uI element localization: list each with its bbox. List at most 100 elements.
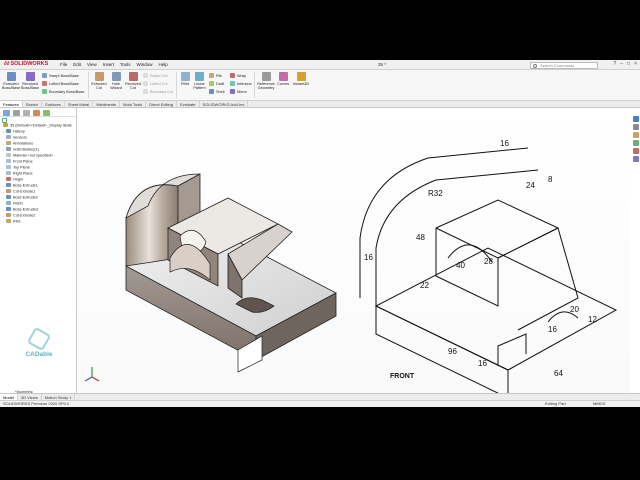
tree-item-material[interactable]: Material <not specified> — [3, 153, 53, 159]
plane-icon — [6, 159, 11, 163]
boundary-cut-button[interactable]: Boundary Cut — [143, 89, 173, 94]
command-manager-tabs: Features Sketch Surfaces Sheet Metal Wel… — [0, 101, 640, 108]
dimxpert-tab-icon[interactable] — [33, 110, 40, 116]
tree-item-right-plane[interactable]: Right Plane — [3, 171, 33, 177]
dim-r32: R32 — [428, 189, 443, 198]
boundary-boss-button[interactable]: Boundary Boss/Base — [42, 89, 84, 94]
menu-tools[interactable]: Tools — [120, 62, 131, 67]
lofted-cut-button[interactable]: Lofted Cut — [143, 81, 168, 86]
tab-sketch[interactable]: Sketch — [23, 101, 43, 107]
tree-item-origin[interactable]: Origin — [3, 177, 23, 183]
graphics-area[interactable]: 16 R32 24 8 48 28 40 22 16 20 12 16 96 1… — [78, 108, 630, 393]
shell-label: Shell — [216, 90, 225, 94]
dim-16-slot: 16 — [548, 325, 557, 334]
custom-properties-icon[interactable] — [632, 156, 639, 162]
tree-item-label: Rib1 — [13, 219, 21, 224]
tab-addins[interactable]: SOLIDWORKS Add-Ins — [200, 101, 249, 107]
view-palette-icon[interactable] — [632, 140, 639, 146]
hole-wizard-label: Hole Wizard — [110, 82, 122, 91]
tab-features[interactable]: Features — [0, 101, 23, 107]
instant3d-button[interactable]: Instant3D — [291, 72, 311, 86]
tree-item-boss-extrude2[interactable]: › Boss-Extrude2 — [3, 195, 38, 201]
command-manager: Extruded Boss/Base Revolved Boss/Base Sw… — [0, 70, 640, 101]
appearances-icon[interactable] — [632, 148, 639, 154]
rib-button[interactable]: Rib — [209, 73, 222, 78]
mirror-button[interactable]: Mirror — [230, 89, 247, 94]
tab-evaluate[interactable]: Evaluate — [177, 101, 200, 107]
tree-item-cut-extrude2[interactable]: › Cut-Extrude2 — [3, 213, 35, 219]
close-button[interactable]: × — [634, 61, 637, 67]
tree-item-cut-extrude1[interactable]: › Cut-Extrude1 — [3, 189, 35, 195]
file-explorer-icon[interactable] — [632, 132, 639, 138]
tab-surfaces[interactable]: Surfaces — [42, 101, 65, 107]
revolved-cut-button[interactable]: Revolved Cut — [124, 72, 142, 90]
block-front-outline — [435, 228, 499, 307]
tree-item-boss-extrude1[interactable]: › Boss-Extrude1 — [3, 183, 38, 189]
swept-cut-button[interactable]: Swept Cut — [143, 73, 168, 78]
shell-button[interactable]: Shell — [209, 89, 224, 94]
tab-sheet-metal[interactable]: Sheet Metal — [65, 101, 94, 107]
dim-20: 20 — [570, 305, 579, 314]
lofted-boss-button[interactable]: Lofted Boss/Base — [42, 81, 79, 86]
linear-pattern-icon — [195, 72, 204, 81]
tree-item-annotations[interactable]: › Annotations — [3, 141, 33, 147]
isometric-reference-drawing: 16 R32 24 8 48 28 40 22 16 20 12 16 96 1… — [359, 139, 618, 393]
tree-item-rib1[interactable]: › Rib1 — [3, 219, 21, 225]
tree-item-top-plane[interactable]: Top Plane — [3, 165, 30, 171]
dim-22: 22 — [420, 281, 429, 290]
curves-button[interactable]: Curves — [276, 72, 290, 86]
draft-label: Draft — [216, 82, 225, 86]
extruded-cut-label: Extruded Cut — [91, 82, 107, 91]
menu-bar: File Edit View Insert Tools Window Help — [60, 62, 168, 67]
draft-button[interactable]: Draft — [209, 81, 224, 86]
property-manager-tab-icon[interactable] — [13, 110, 20, 116]
tree-item-history[interactable]: › History — [3, 129, 25, 135]
tree-item-label: Boss-Extrude3 — [13, 207, 38, 212]
units-selector[interactable]: MMGS — [593, 401, 605, 407]
search-commands-input[interactable]: Search Commands — [530, 61, 598, 69]
extruded-boss-button[interactable]: Extruded Boss/Base — [2, 72, 20, 90]
menu-insert[interactable]: Insert — [103, 62, 114, 67]
tab-direct-editing[interactable]: Direct Editing — [146, 101, 177, 107]
fillet-button[interactable]: Fillet — [178, 72, 192, 86]
menu-file[interactable]: File — [60, 62, 67, 67]
tree-item-label: Right Plane — [13, 171, 33, 176]
menu-edit[interactable]: Edit — [73, 62, 81, 67]
3d-model[interactable] — [78, 108, 348, 393]
hole-wizard-button[interactable]: Hole Wizard — [107, 72, 125, 90]
wrap-button[interactable]: Wrap — [230, 73, 246, 78]
tree-item-part[interactable]: 35 (Default<<Default>_Display State — [3, 123, 72, 129]
configuration-manager-tab-icon[interactable] — [23, 110, 30, 116]
reference-geometry-button[interactable]: Reference Geometry — [256, 72, 276, 90]
maximize-button[interactable]: □ — [627, 61, 630, 67]
tree-item-fillet1[interactable]: Fillet1 — [3, 201, 23, 207]
logo-text: SOLIDWORKS — [10, 61, 49, 67]
intersect-button[interactable]: Intersect — [230, 81, 252, 86]
solidworks-logo[interactable]: ∂∂SOLIDWORKS — [4, 61, 48, 69]
menu-help[interactable]: Help — [159, 62, 168, 67]
tree-item-solid-bodies[interactable]: › Solid Bodies(1) — [3, 147, 39, 153]
revolved-boss-button[interactable]: Revolved Boss/Base — [21, 72, 39, 90]
tab-weldments[interactable]: Weldments — [93, 101, 121, 107]
design-library-icon[interactable] — [632, 124, 639, 130]
drawing-lines — [359, 147, 618, 393]
tree-item-boss-extrude3[interactable]: › Boss-Extrude3 — [3, 207, 38, 213]
minimize-button[interactable]: – — [620, 61, 623, 67]
tree-item-front-plane[interactable]: Front Plane — [3, 159, 33, 165]
axis-triad-icon[interactable] — [83, 365, 101, 383]
instant3d-label: Instant3D — [292, 82, 310, 86]
outline-arc — [359, 147, 529, 298]
dim-8: 8 — [548, 175, 553, 184]
menu-view[interactable]: View — [87, 62, 97, 67]
swept-boss-button[interactable]: Swept Boss/Base — [42, 73, 79, 78]
tab-mold-tools[interactable]: Mold Tools — [120, 101, 147, 107]
solidworks-resources-icon[interactable] — [632, 116, 639, 122]
menu-window[interactable]: Window — [137, 62, 153, 67]
tree-item-sensors[interactable]: Sensors — [3, 135, 27, 141]
extruded-cut-button[interactable]: Extruded Cut — [90, 72, 108, 90]
boundary-boss-icon — [42, 89, 47, 94]
feature-tree-tab-icon[interactable] — [3, 110, 10, 116]
display-manager-tab-icon[interactable] — [43, 110, 50, 116]
linear-pattern-button[interactable]: Linear Pattern — [192, 72, 207, 90]
help-button[interactable]: ? — [613, 61, 616, 67]
